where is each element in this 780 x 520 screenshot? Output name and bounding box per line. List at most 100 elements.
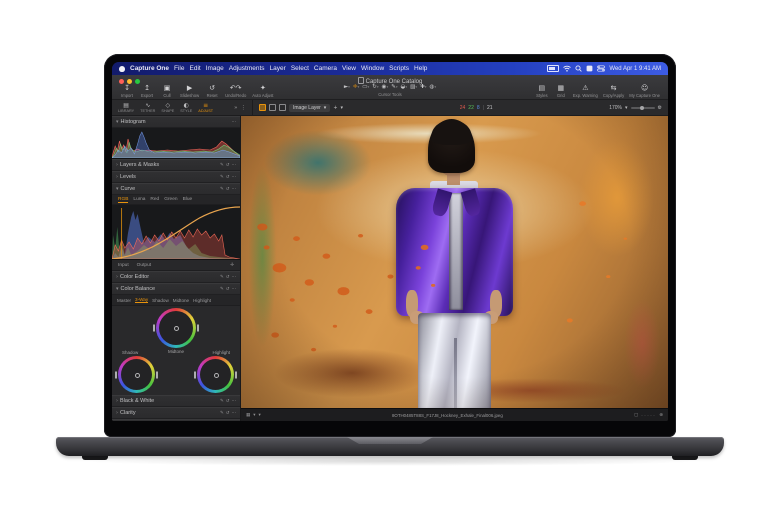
edit-icon[interactable]: ✎ [220,163,224,168]
more-icon[interactable]: ⋯ [232,163,237,168]
panel-header-levels[interactable]: › Levels ✎↺⋯ [112,171,240,183]
reset-icon[interactable]: ↺ [226,175,230,180]
my-capture-one-button[interactable]: ☺My Capture One [629,84,660,98]
browser-grid-icon[interactable]: ▦ [246,413,250,418]
curve-graph[interactable] [112,205,240,260]
reset-icon[interactable]: ↺ [226,187,230,192]
reset-icon[interactable]: ↺ [226,163,230,168]
apple-menu-icon[interactable] [119,66,125,72]
gradient-mask-tool[interactable]: ▨▾ [410,84,417,91]
tab-shape[interactable]: ◇SHAPE [161,102,174,113]
heal-tool[interactable]: ✚▾ [420,84,426,91]
tab-tether[interactable]: ∿TETHER [140,102,155,113]
focus-icon[interactable]: ⊕ [659,413,663,418]
menu-item-help[interactable]: Help [414,65,427,72]
curve-tab-rgb[interactable]: RGB [118,197,128,203]
curve-tab-luma[interactable]: Luma [133,197,145,202]
tab-library[interactable]: ▤LIBRARY [118,102,134,113]
more-icon[interactable]: ⋯ [232,275,237,280]
menu-item-camera[interactable]: Camera [314,65,337,72]
battery-icon[interactable] [547,65,559,72]
midtone-wheel[interactable] [156,308,196,348]
tab-menu-icon[interactable]: ⋮ [241,105,247,111]
reset-icon[interactable]: ↺ [226,287,230,292]
cb-tab-master[interactable]: Master [117,298,131,303]
curve-tab-green[interactable]: Green [164,197,177,202]
clone-tool[interactable]: ◍▾ [430,84,437,91]
crop-tool[interactable]: ▭▾ [362,84,369,91]
search-icon[interactable] [575,65,582,72]
tab-adjust[interactable]: ≡ADJUST [198,102,213,113]
rotate-tool[interactable]: ↻▾ [372,84,378,91]
control-center-icon[interactable] [597,65,605,72]
panel-header-histogram[interactable]: ▾ Histogram ⋯ [112,116,240,128]
panel-header-black-white[interactable]: › Black & White ✎↺⋯ [112,395,240,407]
pan-tool[interactable]: ✛▾ [353,84,359,91]
more-icon[interactable]: ⋯ [232,175,237,180]
input-source-icon[interactable] [586,65,593,72]
cb-tab-shadow[interactable]: Shadow [152,298,169,303]
zoom-caret-icon[interactable]: ▾ [625,105,628,111]
menu-clock[interactable]: Wed Apr 1 9:41 AM [609,66,661,72]
draw-mask-tool[interactable]: ✎▾ [391,84,397,91]
grid-button[interactable]: ▦Grid [554,84,568,98]
menu-item-layer[interactable]: Layer [270,65,286,72]
cb-tab-3way[interactable]: 3-Way [135,297,148,303]
edit-icon[interactable]: ✎ [220,187,224,192]
rating-dots[interactable]: ····· [641,413,656,418]
reset-icon[interactable]: ↺ [226,411,230,416]
compare-view-button[interactable] [279,104,286,111]
menu-item-app[interactable]: Capture One [130,65,169,72]
sort-caret-icon[interactable]: ▾ [253,413,255,418]
styles-button[interactable]: ▤Styles [535,84,549,98]
panel-header-layers-masks[interactable]: › Layers & Masks ✎↺⋯ [112,159,240,171]
more-icon[interactable]: ⋯ [232,287,237,292]
spot-tool[interactable]: ◉▾ [382,84,389,91]
edit-icon[interactable]: ✎ [220,399,224,404]
menu-item-view[interactable]: View [342,65,356,72]
curve-tab-blue[interactable]: Blue [183,197,193,202]
exposure-warning-button[interactable]: ⚠Exp. Warning [573,84,598,98]
highlight-wheel[interactable] [197,356,234,393]
zoom-slider[interactable] [631,107,655,109]
proof-icon[interactable]: ▢ [634,413,638,418]
more-icon[interactable]: ⋯ [232,411,237,416]
expand-tabs-icon[interactable]: » [234,105,237,111]
viewer-settings-icon[interactable]: ⚙ [658,105,662,111]
more-icon[interactable]: ⋯ [232,399,237,404]
layer-selector[interactable]: Image Layer▾ [289,104,330,112]
curve-picker-icon[interactable]: ✛ [230,263,234,268]
multi-view-button[interactable] [259,104,266,111]
zoom-level[interactable]: 170% [609,105,622,111]
menu-item-edit[interactable]: Edit [190,65,201,72]
panel-header-curve[interactable]: ▾ Curve ✎↺⋯ [112,183,240,195]
menu-item-window[interactable]: Window [361,65,384,72]
select-tool[interactable]: ►▾ [344,84,350,91]
panel-header-clarity[interactable]: › Clarity ✎↺⋯ [112,407,240,419]
reset-icon[interactable]: ↺ [226,275,230,280]
edit-icon[interactable]: ✎ [220,275,224,280]
erase-tool[interactable]: ◒▾ [401,84,408,91]
shadow-wheel[interactable] [118,356,155,393]
more-icon[interactable]: ⋯ [232,120,237,125]
layer-options-icon[interactable]: ▾ [341,105,344,111]
filter-caret-icon[interactable]: ▾ [259,413,261,418]
single-view-button[interactable] [269,104,276,111]
curve-tab-red[interactable]: Red [150,197,159,202]
cb-tab-midtone[interactable]: Midtone [173,298,189,303]
reset-icon[interactable]: ↺ [226,399,230,404]
menu-item-adjustments[interactable]: Adjustments [229,65,265,72]
cb-tab-highlight[interactable]: Highlight [193,298,211,303]
more-icon[interactable]: ⋯ [232,187,237,192]
panel-header-dehaze[interactable]: › Dehaze ✎⋯ [112,419,240,421]
edit-icon[interactable]: ✎ [220,175,224,180]
image-canvas[interactable] [241,116,668,408]
panel-header-color-editor[interactable]: › Color Editor ✎↺⋯ [112,271,240,283]
edit-icon[interactable]: ✎ [220,411,224,416]
tab-style[interactable]: ◐STYLE [180,102,192,113]
menu-item-select[interactable]: Select [291,65,309,72]
menu-item-file[interactable]: File [174,65,184,72]
menu-item-image[interactable]: Image [206,65,224,72]
add-layer-button[interactable]: + [333,105,337,111]
menu-item-scripts[interactable]: Scripts [389,65,409,72]
